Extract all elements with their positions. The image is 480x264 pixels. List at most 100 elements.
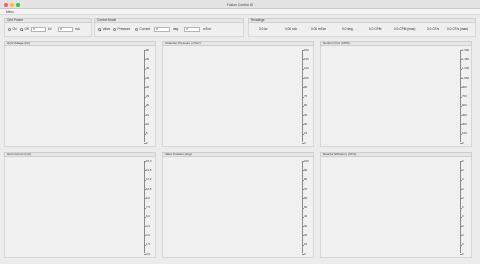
control-mode-body: Valve Pressure Current 0 deg 0 mTorr (94, 23, 244, 37)
grid-power-group: Grid Power On Off 0 kV 0 mA (4, 18, 92, 37)
y-tick-label: 0 (462, 167, 464, 172)
y-tick-label: 3.0 (146, 233, 150, 237)
valve-position-input[interactable]: 0 (154, 27, 170, 33)
reading-grid-voltage: 0.0 kv (259, 27, 268, 32)
y-tick-mark (302, 170, 304, 172)
reading-grid-current: 0.00 mA (285, 27, 297, 32)
grid-voltage-panel: Grid Voltage (kV) 50 45 40 35 30 25 20 15 10 5 0 (4, 41, 156, 147)
y-tick-label: 0 (462, 140, 464, 145)
y-tick-label: 30 (146, 84, 150, 89)
y-tick-label: 1,200 (462, 66, 469, 71)
y-tick-mark (460, 244, 462, 246)
y-tick-mark (460, 133, 462, 135)
y-tick-label: 20 (304, 233, 308, 237)
y-tick-label: 9.0 (146, 195, 150, 200)
y-tick-mark (460, 68, 462, 70)
grid-power-on-label: On (12, 27, 17, 32)
y-tick-mark (302, 133, 304, 135)
y-tick-mark (144, 87, 146, 89)
y-tick-label: 105 (304, 75, 309, 80)
y-tick-label: 60 (304, 195, 308, 200)
y-tick-label: 4.5 (146, 223, 150, 228)
y-tick-label: 1.5 (146, 242, 150, 247)
y-tick-label: 90 (304, 167, 308, 172)
neutron-flux-panel: Neutron Flux (CPM) 1,500 1,350 1,200 1,050 9… (320, 41, 472, 147)
y-tick-label: 750 (462, 94, 467, 99)
y-tick-label: 7.5 (146, 205, 150, 210)
valve-position-unit: deg (173, 27, 179, 32)
y-tick-mark (144, 115, 146, 117)
y-tick-mark (302, 105, 304, 107)
reading-valve-position: 0.0 deg (342, 27, 353, 32)
y-tick-mark (460, 207, 462, 209)
y-tick-label: 20 (146, 103, 150, 108)
control-mode-valve-radio[interactable] (98, 28, 102, 32)
neutron-flux-plot[interactable]: 1,500 1,350 1,200 1,050 900 750 600 450 300 150 0 (320, 46, 472, 147)
y-tick-mark (144, 235, 146, 237)
y-tick-label: 60 (304, 103, 308, 108)
y-tick-mark (144, 207, 146, 209)
control-mode-valve-label: Valve (102, 27, 111, 32)
grid-power-on-radio[interactable] (8, 28, 12, 32)
y-tick-label: 75 (304, 94, 308, 99)
grid-voltage-input[interactable]: 0 (31, 27, 46, 33)
grid-current-plot[interactable]: 15.0 13.5 12.0 10.5 9.0 7.5 6.0 4.5 3.0 1.5 0.0 (4, 157, 156, 258)
y-tick-label: 300 (462, 122, 467, 126)
y-tick-mark (144, 244, 146, 246)
control-mode-pressure-radio[interactable] (113, 28, 117, 32)
y-tick-mark (302, 198, 304, 200)
reading-neutron-flux-max: 0.0 CPM (max) (394, 27, 416, 32)
y-tick-mark (144, 179, 146, 181)
y-tick-label: 6.0 (146, 214, 150, 219)
control-mode-current-radio[interactable] (135, 28, 139, 32)
y-tick-mark (144, 254, 146, 255)
y-tick-label: 45 (146, 56, 150, 61)
y-tick-mark (144, 59, 146, 61)
y-tick-mark (302, 226, 304, 228)
y-tick-label: 0 (462, 233, 464, 237)
readings-group: Readings 0.0 kv 0.00 mA 0.00 mTorr 0.0 d… (248, 18, 476, 37)
y-tick-mark (302, 87, 304, 89)
y-tick-mark (460, 59, 462, 61)
y-tick-mark (144, 68, 146, 70)
y-tick-label: 15.0 (146, 158, 152, 163)
y-tick-mark (302, 179, 304, 181)
y-tick-label: 150 (304, 47, 309, 52)
y-tick-mark (144, 161, 146, 162)
y-tick-label: 135 (304, 56, 309, 61)
grid-power-body: On Off 0 kV 0 mA (4, 23, 92, 37)
grid-voltage-plot[interactable]: 50 45 40 35 30 25 20 15 10 5 0 (4, 46, 156, 147)
y-tick-label: 0 (462, 214, 464, 219)
pressure-setpoint-input[interactable]: 0 (184, 27, 200, 33)
y-tick-mark (144, 96, 146, 98)
y-tick-mark (144, 188, 146, 190)
chamber-pressure-plot[interactable]: 150 135 120 105 90 75 60 45 30 15 0 (162, 46, 314, 147)
y-tick-label: 50 (146, 47, 150, 52)
y-tick-label: 45 (304, 112, 308, 117)
y-tick-mark (302, 143, 304, 144)
y-tick-label: 0 (462, 177, 464, 182)
grid-voltage-unit: kV (48, 27, 52, 32)
y-tick-label: 10 (146, 122, 150, 126)
reading-efficiency: 0.0 CF/s (427, 27, 440, 32)
y-tick-label: 80 (304, 177, 308, 182)
y-tick-mark (460, 161, 462, 162)
y-tick-mark (302, 115, 304, 117)
y-tick-mark (302, 161, 304, 162)
y-tick-mark (302, 77, 304, 79)
y-tick-mark (460, 226, 462, 228)
y-tick-mark (460, 179, 462, 181)
window-title: Fusion Control UI (226, 2, 254, 7)
reading-efficiency-max: 0.0 CF/s (max) (447, 27, 469, 32)
menu-item-menu[interactable]: Menu (6, 10, 14, 14)
grid-power-off-radio[interactable] (20, 28, 24, 32)
valve-position-plot[interactable]: 100 90 80 70 60 50 40 30 20 10 0 (162, 157, 314, 258)
y-tick-label: 40 (304, 214, 308, 219)
y-tick-mark (144, 226, 146, 228)
y-tick-label: 15 (146, 112, 150, 117)
reactor-efficiency-plot[interactable]: 0 0 0 0 0 0 0 0 0 0 0 (320, 157, 472, 258)
y-tick-label: 0 (304, 251, 306, 256)
grid-current-input[interactable]: 0 (58, 27, 73, 33)
y-tick-mark (460, 254, 462, 255)
y-tick-mark (302, 124, 304, 126)
